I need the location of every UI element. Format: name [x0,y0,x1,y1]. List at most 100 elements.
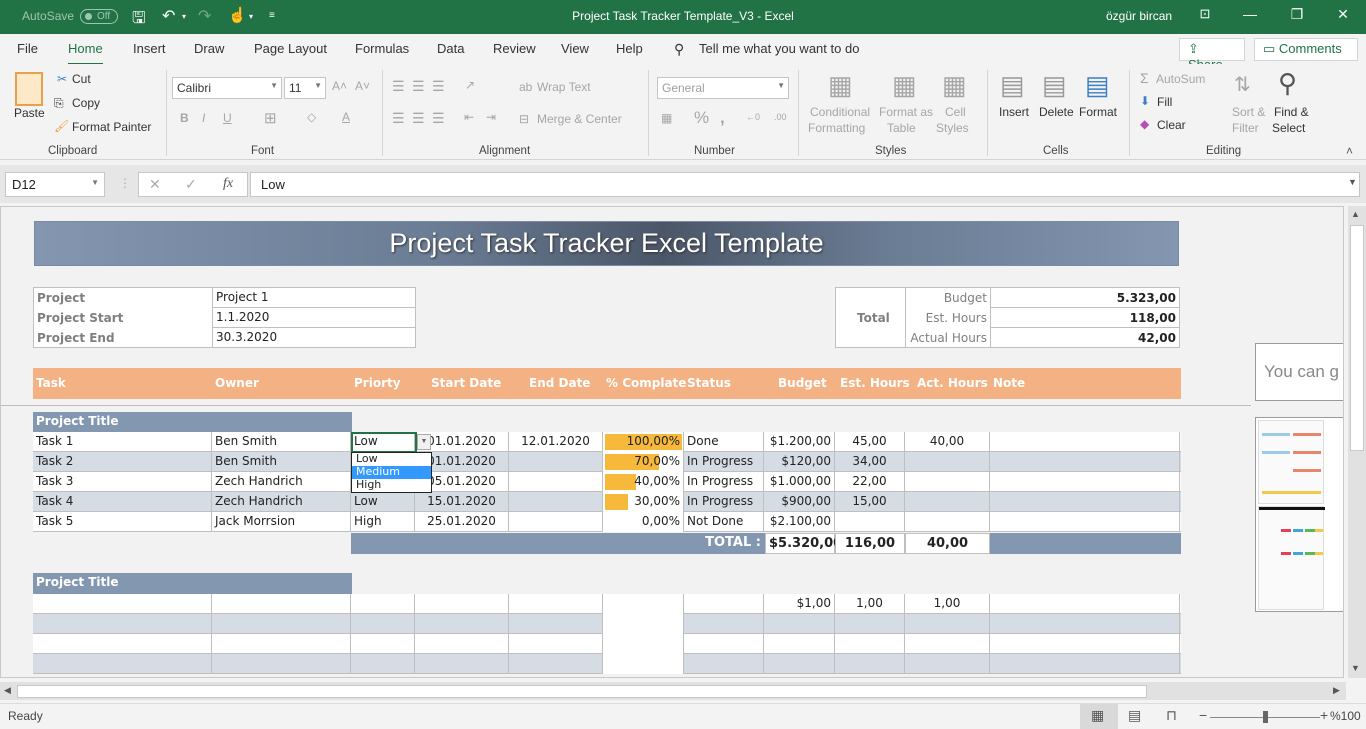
cell[interactable]: $1,00 [764,594,835,614]
cell-priority[interactable]: High [351,512,415,532]
cell-est[interactable] [835,512,905,532]
cell[interactable] [835,614,905,634]
cell-pct[interactable]: 40,00% [603,472,684,492]
find-select-button[interactable]: Find & [1274,105,1309,119]
cell[interactable] [33,614,212,634]
cell[interactable] [33,594,212,614]
cell[interactable] [603,634,684,654]
cell[interactable] [33,654,212,674]
cell-act[interactable] [905,452,990,472]
scroll-up-icon[interactable]: ▲ [1351,209,1360,219]
cell[interactable] [603,594,684,614]
cell[interactable] [351,594,415,614]
cell-note[interactable] [990,472,1180,492]
cell[interactable] [990,634,1180,654]
cell[interactable] [905,654,990,674]
normal-view-button[interactable]: ▦ [1080,704,1118,729]
cell-budget[interactable]: $120,00 [764,452,835,472]
cell[interactable] [764,654,835,674]
cell[interactable] [212,614,351,634]
cell-est[interactable]: 45,00 [835,432,905,452]
zoom-out-icon[interactable]: − [1199,707,1207,723]
cell[interactable]: 1,00 [835,594,905,614]
cell-act[interactable] [905,472,990,492]
cell-start[interactable]: 25.01.2020 [415,512,509,532]
formula-input[interactable]: Low [250,172,1360,197]
cell-owner[interactable]: Zech Handrich [212,472,351,492]
cell[interactable] [33,634,212,654]
cell-end[interactable] [509,492,603,512]
cell-task[interactable]: Task 2 [33,452,212,472]
font-size-select[interactable]: 11 ▼ [284,77,326,99]
cell[interactable] [990,594,1180,614]
cell[interactable] [603,614,684,634]
cell-budget[interactable]: $2.100,00 [764,512,835,532]
dropdown-option-high[interactable]: High [352,479,431,492]
cell-end[interactable] [509,472,603,492]
paste-button[interactable]: Paste [14,106,45,120]
cell[interactable] [415,614,509,634]
cell-note[interactable] [990,432,1180,452]
cell[interactable] [990,614,1180,634]
cell[interactable] [509,594,603,614]
cell[interactable] [509,654,603,674]
cell-status[interactable]: In Progress [684,452,764,472]
user-name[interactable]: özgür bircan [1106,9,1172,23]
name-box[interactable]: D12 ▼ [5,172,105,197]
cell[interactable] [351,614,415,634]
restore-icon[interactable]: ❐ [1282,6,1312,23]
cell-est[interactable]: 15,00 [835,492,905,512]
tab-help[interactable]: Help [616,41,643,56]
scroll-left-icon[interactable]: ◀ [4,685,11,696]
close-icon[interactable]: ✕ [1328,6,1358,23]
cell-note[interactable] [990,512,1180,532]
cell-pct[interactable]: 30,00% [603,492,684,512]
cell[interactable] [835,654,905,674]
project-start-value[interactable]: 1.1.2020 [213,309,272,325]
cell[interactable] [415,634,509,654]
clear-button[interactable]: Clear [1157,118,1186,132]
cell-status[interactable]: In Progress [684,472,764,492]
cell-task[interactable]: Task 1 [33,432,212,452]
cell-priority[interactable]: Low [351,492,415,512]
cell-budget[interactable]: $900,00 [764,492,835,512]
cell-status[interactable]: Not Done [684,512,764,532]
selected-cell[interactable] [351,432,417,453]
chevron-down-icon[interactable]: ▼ [91,178,99,187]
cell[interactable] [835,634,905,654]
cell-end[interactable] [509,512,603,532]
project-end-value[interactable]: 30.3.2020 [213,329,280,345]
tab-view[interactable]: View [561,41,589,56]
cell-act[interactable] [905,512,990,532]
cell-task[interactable]: Task 5 [33,512,212,532]
cell[interactable] [351,634,415,654]
delete-cells-button[interactable]: Delete [1039,105,1074,119]
insert-cells-button[interactable]: Insert [999,105,1029,119]
tab-formulas[interactable]: Formulas [355,41,409,56]
cell-note[interactable] [990,452,1180,472]
cell-budget[interactable]: $1.200,00 [764,432,835,452]
scroll-right-icon[interactable]: ▶ [1333,685,1340,696]
tab-review[interactable]: Review [493,41,536,56]
cell-owner[interactable]: Ben Smith [212,452,351,472]
project-value[interactable]: Project 1 [213,289,272,305]
dropdown-arrow-icon[interactable]: ▼ [417,434,431,450]
cell[interactable]: 1,00 [905,594,990,614]
cell-end[interactable]: 12.01.2020 [509,432,603,452]
expand-formula-icon[interactable]: ▼ [1348,177,1357,187]
ribbon-display-icon[interactable]: ⊡ [1190,6,1220,22]
cell[interactable] [509,614,603,634]
cell-owner[interactable]: Ben Smith [212,432,351,452]
cell[interactable] [212,594,351,614]
page-layout-view-icon[interactable]: ▤ [1128,707,1141,724]
cell-task[interactable]: Task 4 [33,492,212,512]
scroll-down-icon[interactable]: ▼ [1351,663,1360,673]
paste-icon[interactable] [15,72,43,106]
zoom-level[interactable]: %100 [1330,709,1361,723]
collapse-ribbon-icon[interactable]: ˄ [1346,144,1353,158]
cell[interactable] [684,594,764,614]
cell-act[interactable] [905,492,990,512]
cell-est[interactable]: 22,00 [835,472,905,492]
cell-act[interactable]: 40,00 [905,432,990,452]
cell-status[interactable]: In Progress [684,492,764,512]
